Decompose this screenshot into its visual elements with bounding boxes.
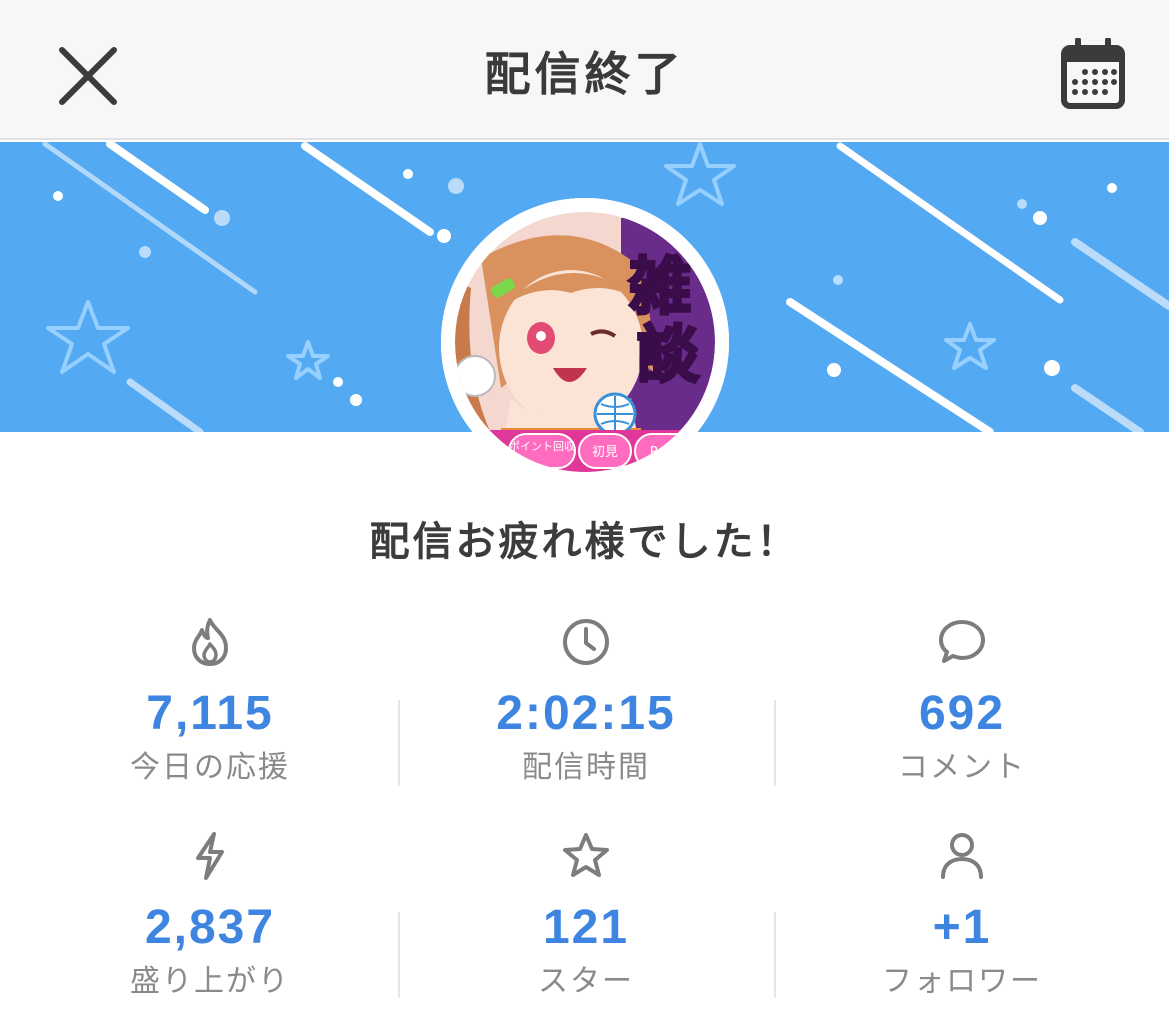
stat-comments: 692 コメント	[774, 616, 1150, 816]
stat-followers: +1 フォロワー	[774, 830, 1150, 1030]
calendar-icon	[1061, 37, 1125, 109]
stat-label: スター	[538, 964, 634, 999]
page-title: 配信終了	[484, 47, 685, 101]
stat-label: コメント	[898, 750, 1026, 785]
stat-label: 盛り上がり	[130, 964, 290, 999]
comment-icon	[939, 620, 985, 663]
stat-duration: 2:02:15 配信時間	[398, 616, 774, 816]
top-bar: 配信終了	[0, 0, 1169, 140]
calendar-button[interactable]	[1054, 37, 1132, 114]
stat-value: 692	[918, 687, 1006, 740]
streamer-avatar[interactable]: 雑 談 ポイント回収 初見 ROM	[441, 198, 729, 486]
stat-support: 7,115 今日の応援	[22, 616, 398, 816]
clock-icon	[563, 619, 609, 665]
flame-icon	[192, 618, 228, 666]
avatar-tag: 初見	[592, 445, 618, 460]
stat-excitement: 2,837 盛り上がり	[22, 830, 398, 1030]
stat-value: 2,837	[144, 901, 276, 954]
thank-you-message: 配信お疲れ様でした！	[369, 519, 800, 565]
stat-label: 今日の応援	[130, 750, 290, 785]
stat-value: 2:02:15	[496, 687, 676, 740]
artwork-title-text: 雑	[628, 250, 691, 323]
lightning-icon	[196, 832, 224, 880]
stat-label: フォロワー	[882, 964, 1042, 999]
stat-stars: 121 スター	[398, 830, 774, 1030]
svg-text:談: 談	[637, 318, 699, 391]
stat-value: +1	[932, 901, 992, 954]
avatar-image: 雑 談 ポイント回収 初見 ROM	[441, 198, 729, 486]
stat-value: 121	[542, 901, 630, 954]
avatar-tag: ポイント回収	[509, 440, 575, 453]
stat-label: 配信時間	[522, 750, 650, 785]
stat-value: 7,115	[146, 687, 274, 740]
person-icon	[941, 833, 983, 879]
star-icon	[563, 833, 609, 877]
